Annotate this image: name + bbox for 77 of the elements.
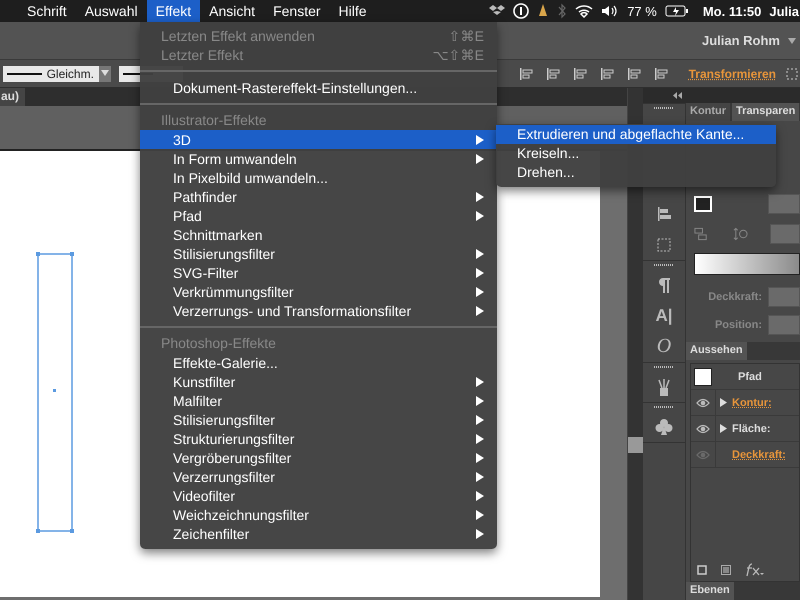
input-field[interactable]: [768, 315, 800, 335]
object-type: Pfad: [738, 370, 762, 382]
gradient-bar[interactable]: [694, 253, 800, 275]
menu-item[interactable]: Schnittmarken: [140, 225, 497, 244]
menu-item[interactable]: Stilisierungsfilter: [140, 410, 497, 429]
input-field[interactable]: [768, 287, 800, 307]
menu-section-header: Photoshop-Effekte: [160, 334, 277, 353]
document-tab[interactable]: au): [0, 88, 25, 106]
menu-item[interactable]: Kunstfilter: [140, 372, 497, 391]
appearance-attribute: Fläche:: [732, 422, 771, 434]
user-name[interactable]: Julia: [769, 4, 799, 18]
square-icon[interactable]: [721, 565, 731, 575]
menu-item[interactable]: Pfad: [140, 206, 497, 225]
bluetooth-icon[interactable]: [557, 3, 568, 19]
transform-link[interactable]: Transformieren: [688, 66, 776, 80]
opentype-icon[interactable]: O: [643, 331, 685, 362]
menu-item[interactable]: Verzerrungs- und Transformationsfilter: [140, 301, 497, 320]
spacing-icon[interactable]: [732, 227, 748, 241]
menu-bar-item[interactable]: Effekt: [146, 0, 200, 22]
clock: Mo. 11:50: [702, 4, 762, 18]
menu-item[interactable]: Vergröberungsfilter: [140, 448, 497, 467]
menu-bar-item[interactable]: Auswahl: [76, 0, 147, 22]
selected-rectangle[interactable]: [35, 251, 75, 535]
menu-item[interactable]: Stilisierungsfilter: [140, 244, 497, 263]
collapse-icon[interactable]: [673, 92, 682, 99]
scrollbar-thumb[interactable]: [628, 437, 644, 453]
panel-tab[interactable]: Aussehen: [686, 342, 747, 360]
menu-item[interactable]: SVG-Filter: [140, 263, 497, 282]
stroke-profile-dropdown[interactable]: Gleichm.: [3, 66, 111, 82]
stroke-swatch-icon[interactable]: [694, 196, 712, 212]
menu-item[interactable]: Videofilter: [140, 486, 497, 505]
object-thumbnail: [694, 368, 712, 386]
fx-icon[interactable]: [745, 563, 765, 577]
menu-item[interactable]: Zeichenfilter: [140, 524, 497, 543]
battery-percent: 77 %: [627, 4, 657, 18]
menu-item[interactable]: Weichzeichnungsfilter: [140, 505, 497, 524]
wifi-icon[interactable]: [575, 4, 594, 18]
menu-item[interactable]: Malfilter: [140, 391, 497, 410]
expand-icon[interactable]: [720, 424, 726, 433]
eye-icon[interactable]: [696, 424, 710, 434]
menu-section-header: Illustrator-Effekte: [160, 111, 268, 130]
menu-item[interactable]: Verzerrungsfilter: [140, 467, 497, 486]
menu-item[interactable]: In Pixelbild umwandeln...: [140, 168, 497, 187]
menu-item[interactable]: Effekte-Galerie...: [140, 353, 497, 372]
menu-bar-item[interactable]: Hilfe: [330, 0, 376, 22]
menu-item[interactable]: Verkrümmungsfilter: [140, 282, 497, 301]
input-field[interactable]: [768, 194, 800, 214]
appearance-attribute[interactable]: Kontur:: [732, 396, 772, 408]
eye-icon[interactable]: [696, 398, 710, 408]
menu-item[interactable]: Strukturierungsfilter: [140, 429, 497, 448]
character-icon[interactable]: A|: [643, 300, 685, 331]
panel-tab[interactable]: Transparen: [732, 103, 800, 121]
menu-item[interactable]: Extrudieren und abgeflachte Kante...: [496, 125, 776, 144]
user-menu[interactable]: Julian Rohm: [702, 33, 780, 48]
speaker-icon[interactable]: [601, 4, 620, 18]
menu-item[interactable]: Dokument-Rastereffekt-Einstellungen...: [140, 78, 497, 97]
menu-item[interactable]: Drehen...: [496, 163, 776, 182]
battery-icon[interactable]: [664, 5, 689, 17]
appearance-attribute[interactable]: Deckkraft:: [732, 448, 786, 460]
menu-bar-item[interactable]: Ansicht: [200, 0, 264, 22]
menu-bar-item[interactable]: Schrift: [18, 0, 76, 22]
menu-bar-item[interactable]: Fenster: [264, 0, 330, 22]
input-field[interactable]: [770, 224, 800, 244]
caret-icon: [100, 70, 109, 76]
menu-item[interactable]: Pathfinder: [140, 187, 497, 206]
menu-item[interactable]: In Form umwandeln: [140, 149, 497, 168]
info-icon[interactable]: [513, 3, 530, 19]
panel-tab[interactable]: Ebenen: [686, 582, 734, 600]
menu-item[interactable]: Kreiseln...: [496, 144, 776, 163]
opacity-label: Deckkraft:: [708, 291, 762, 303]
caret-icon: [788, 38, 796, 44]
expand-icon[interactable]: [720, 398, 726, 407]
square-icon[interactable]: [697, 565, 707, 575]
menu-item[interactable]: 3D: [140, 130, 497, 149]
position-label: Position:: [714, 319, 762, 331]
panel-tab[interactable]: Kontur: [686, 103, 730, 121]
transform-icon[interactable]: [784, 66, 800, 82]
